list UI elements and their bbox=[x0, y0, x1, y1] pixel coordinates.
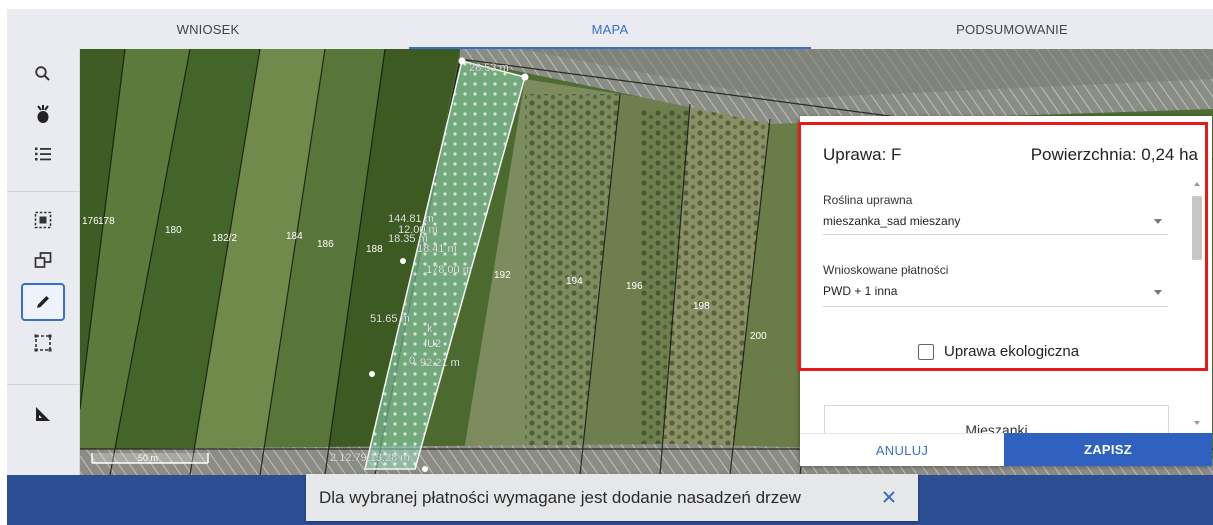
tab-mapa[interactable]: MAPA bbox=[409, 9, 811, 49]
crop-edit-panel: Uprawa: F Powierzchnia: 0,24 ha Roślina … bbox=[800, 116, 1212, 466]
scale-label: 50 m bbox=[138, 453, 158, 463]
measurement-label: 92.21 m bbox=[420, 357, 460, 369]
map-toolbar bbox=[7, 49, 80, 475]
pencil-icon bbox=[37, 296, 49, 308]
snackbar: Dla wybranej płatności wymagane jest dod… bbox=[306, 474, 918, 521]
parcel-label: 186 bbox=[317, 239, 334, 250]
field-underline bbox=[823, 306, 1168, 307]
close-icon[interactable] bbox=[878, 486, 900, 508]
field-label: k bbox=[427, 323, 433, 335]
scrollbar-thumb[interactable] bbox=[1192, 196, 1202, 260]
measurement-label: 28.53 m bbox=[469, 62, 509, 74]
organic-checkbox[interactable] bbox=[918, 343, 934, 360]
plant-tool-button[interactable] bbox=[21, 95, 65, 133]
measure-icon bbox=[36, 407, 50, 421]
search-tool-button[interactable] bbox=[21, 55, 65, 93]
dashed-rectangle-icon bbox=[34, 334, 52, 352]
scroll-down-icon[interactable] bbox=[1194, 421, 1200, 425]
measure-tool-button[interactable] bbox=[21, 395, 65, 433]
parcel-label: 184 bbox=[286, 231, 303, 242]
organic-checkbox-label: Uprawa ekologiczna bbox=[944, 343, 1080, 360]
parcel-label: 194 bbox=[566, 276, 583, 287]
parcel-label: 188 bbox=[366, 244, 383, 255]
tab-podsumowanie[interactable]: PODSUMOWANIE bbox=[811, 9, 1213, 49]
payments-field-label: Wnioskowane płatności bbox=[823, 263, 949, 277]
select-area-tool-button[interactable] bbox=[21, 201, 65, 239]
field-underline bbox=[823, 234, 1168, 235]
parcel-label: 192 bbox=[494, 270, 511, 281]
parcel-label: 176 bbox=[82, 216, 99, 227]
organic-checkbox-row[interactable]: Uprawa ekologiczna bbox=[918, 343, 1079, 360]
select-area-icon bbox=[34, 211, 52, 229]
tab-wniosek[interactable]: WNIOSEK bbox=[7, 9, 409, 49]
toolbar-divider bbox=[7, 191, 80, 192]
measurement-label: 18.41 m bbox=[417, 243, 457, 255]
measurement-label: 178.00 m bbox=[426, 264, 472, 276]
cancel-button[interactable]: ANULUJ bbox=[800, 433, 1004, 466]
plant-icon bbox=[37, 105, 49, 123]
chevron-down-icon[interactable] bbox=[1154, 290, 1162, 295]
copy-tool-button[interactable] bbox=[21, 241, 65, 279]
parcel-label: 200 bbox=[750, 331, 767, 342]
crop-select[interactable]: mieszanka_sad mieszany bbox=[823, 214, 960, 228]
chevron-down-icon[interactable] bbox=[1154, 219, 1162, 224]
field-label: fU2 bbox=[424, 338, 441, 350]
measurement-label: 51.65 m bbox=[370, 313, 410, 325]
area-value: Powierzchnia: 0,24 ha bbox=[1030, 145, 1198, 164]
crop-field-label: Roślina uprawna bbox=[823, 193, 913, 207]
top-tab-bar: WNIOSEK MAPA PODSUMOWANIE bbox=[7, 9, 1213, 49]
parcel-label: 178 bbox=[98, 216, 115, 227]
scroll-up-icon[interactable] bbox=[1194, 182, 1200, 186]
snackbar-message: Dla wybranej płatności wymagane jest dod… bbox=[319, 487, 801, 507]
copy-icon bbox=[34, 252, 52, 268]
list-icon bbox=[35, 147, 51, 161]
toolbar-divider bbox=[7, 384, 80, 385]
list-tool-button[interactable] bbox=[21, 135, 65, 173]
field-label: 0 bbox=[409, 355, 415, 367]
crop-title: Uprawa: F bbox=[823, 145, 902, 164]
measurement-label: 2.12.79.13.28 m bbox=[330, 452, 410, 464]
parcel-label: 180 bbox=[165, 225, 182, 236]
parcel-label: 182/2 bbox=[212, 233, 237, 244]
search-icon bbox=[35, 66, 50, 81]
payments-select[interactable]: PWD + 1 inna bbox=[823, 284, 897, 298]
rectangle-tool-button[interactable] bbox=[21, 324, 65, 362]
draw-tool-button[interactable] bbox=[21, 283, 65, 321]
save-button[interactable]: ZAPISZ bbox=[1004, 433, 1212, 466]
scale-bar: 50 m bbox=[91, 453, 209, 464]
parcel-label: 198 bbox=[693, 301, 710, 312]
parcel-label: 196 bbox=[626, 281, 643, 292]
